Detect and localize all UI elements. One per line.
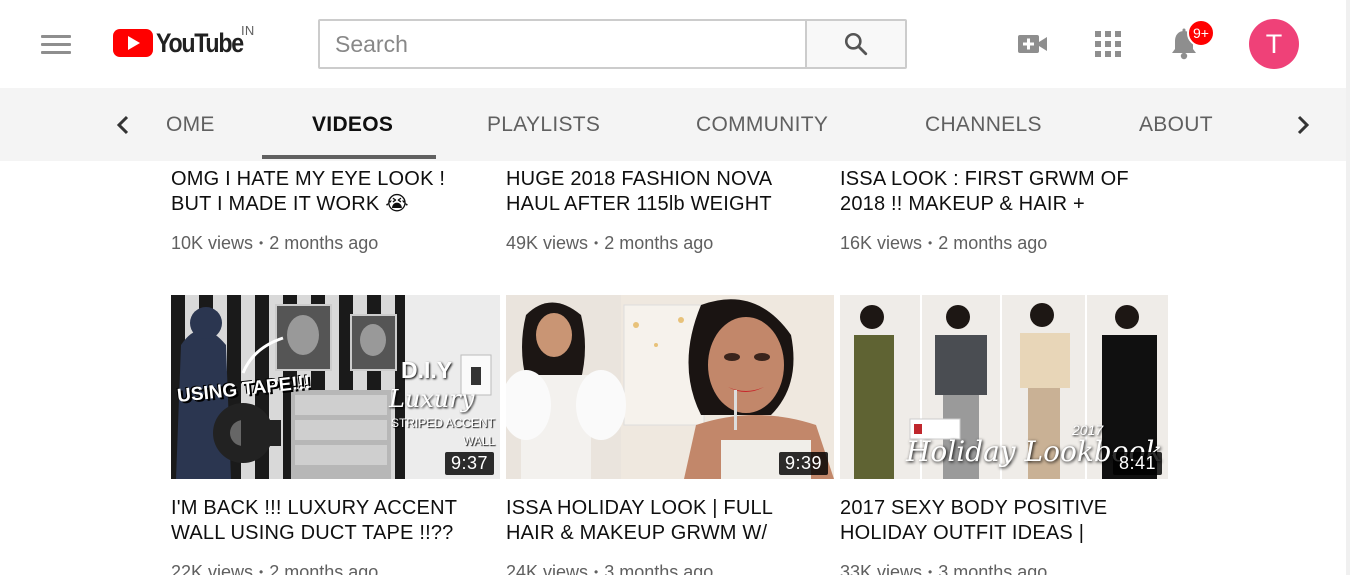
upload-age: 2 months ago — [604, 233, 714, 253]
thumbnail-caption: Luxury — [389, 385, 475, 413]
video-duration: 9:37 — [444, 452, 494, 475]
separator-dot: • — [928, 565, 933, 575]
video-title[interactable]: ISSA LOOK : FIRST GRWM OF 2018 !! MAKEUP… — [840, 167, 1145, 217]
search-input[interactable] — [320, 21, 805, 67]
upload-age: 3 months ago — [604, 562, 714, 575]
masthead: YouTube IN 9+ — [0, 0, 1350, 88]
create-video-button[interactable] — [1011, 22, 1055, 66]
view-count: 33K views — [840, 562, 923, 575]
video-thumbnail[interactable]: USING TAPE!!! D.I.Y Luxury STRIPED ACCEN… — [171, 295, 500, 479]
thumbnail-caption: 2017 — [1072, 422, 1104, 438]
upload-age: 2 months ago — [269, 233, 379, 253]
account-avatar[interactable]: T — [1249, 19, 1299, 69]
hamburger-menu-icon[interactable] — [38, 30, 74, 58]
video-meta: 49K views • 2 months ago — [506, 233, 713, 254]
upload-age: 2 months ago — [938, 233, 1048, 253]
video-thumbnail[interactable]: Holiday Lookbook 2017 8:41 — [840, 295, 1168, 479]
separator-dot: • — [594, 565, 599, 575]
view-count: 16K views — [840, 233, 923, 253]
tabs-scroll-left-button[interactable] — [108, 110, 138, 140]
tab-channels[interactable]: CHANNELS — [925, 88, 1042, 161]
separator-dot: • — [928, 236, 933, 250]
video-meta: 16K views • 2 months ago — [840, 233, 1047, 254]
play-logo-icon — [113, 29, 153, 57]
tabs-scroll-right-button[interactable] — [1288, 110, 1318, 140]
upload-age: 3 months ago — [938, 562, 1048, 575]
thumbnail-caption: D.I.Y — [401, 357, 453, 383]
chevron-left-icon — [116, 115, 129, 135]
separator-dot: • — [594, 236, 599, 250]
apps-button[interactable] — [1086, 22, 1130, 66]
video-title[interactable]: OMG I HATE MY EYE LOOK ! BUT I MADE IT W… — [171, 167, 476, 217]
tab-home[interactable]: OME — [166, 88, 215, 161]
logo-region: IN — [241, 23, 255, 38]
thumbnail-caption: STRIPED ACCENT — [391, 416, 496, 430]
tab-community[interactable]: COMMUNITY — [696, 88, 828, 161]
upload-age: 2 months ago — [269, 562, 379, 575]
channel-tabs: OME VIDEOS PLAYLISTS COMMUNITY CHANNELS … — [0, 88, 1350, 161]
thumbnail-caption: WALL — [463, 434, 496, 448]
view-count: 10K views — [171, 233, 254, 253]
separator-dot: • — [259, 236, 264, 250]
search-icon — [844, 32, 868, 56]
video-thumbnail[interactable]: 9:39 — [506, 295, 834, 479]
video-meta: 24K views • 3 months ago — [506, 562, 713, 575]
video-camera-add-icon — [1018, 35, 1047, 53]
video-duration: 9:39 — [778, 452, 828, 475]
video-title[interactable]: ISSA HOLIDAY LOOK | FULL HAIR & MAKEUP G… — [506, 496, 811, 546]
apps-grid-icon — [1095, 31, 1121, 57]
page-scrollbar[interactable] — [1346, 0, 1350, 575]
search-button[interactable] — [805, 21, 905, 67]
chevron-right-icon — [1297, 115, 1310, 135]
active-tab-indicator — [262, 155, 436, 159]
tab-about[interactable]: ABOUT — [1139, 88, 1213, 161]
search-box — [318, 19, 907, 69]
tab-playlists[interactable]: PLAYLISTS — [487, 88, 600, 161]
view-count: 22K views — [171, 562, 254, 575]
video-title[interactable]: I'M BACK !!! LUXURY ACCENT WALL USING DU… — [171, 496, 476, 546]
view-count: 24K views — [506, 562, 589, 575]
video-meta: 33K views • 3 months ago — [840, 562, 1047, 575]
view-count: 49K views — [506, 233, 589, 253]
video-title[interactable]: HUGE 2018 FASHION NOVA HAUL AFTER 115lb … — [506, 167, 811, 217]
video-meta: 22K views • 2 months ago — [171, 562, 378, 575]
video-duration: 8:41 — [1112, 452, 1162, 475]
video-title[interactable]: 2017 SEXY BODY POSITIVE HOLIDAY OUTFIT I… — [840, 496, 1145, 546]
tab-videos[interactable]: VIDEOS — [312, 88, 393, 161]
video-meta: 10K views • 2 months ago — [171, 233, 378, 254]
youtube-logo[interactable]: YouTube IN — [113, 23, 257, 62]
notification-badge: 9+ — [1187, 19, 1215, 47]
separator-dot: • — [259, 565, 264, 575]
logo-wordmark: YouTube — [156, 28, 244, 58]
